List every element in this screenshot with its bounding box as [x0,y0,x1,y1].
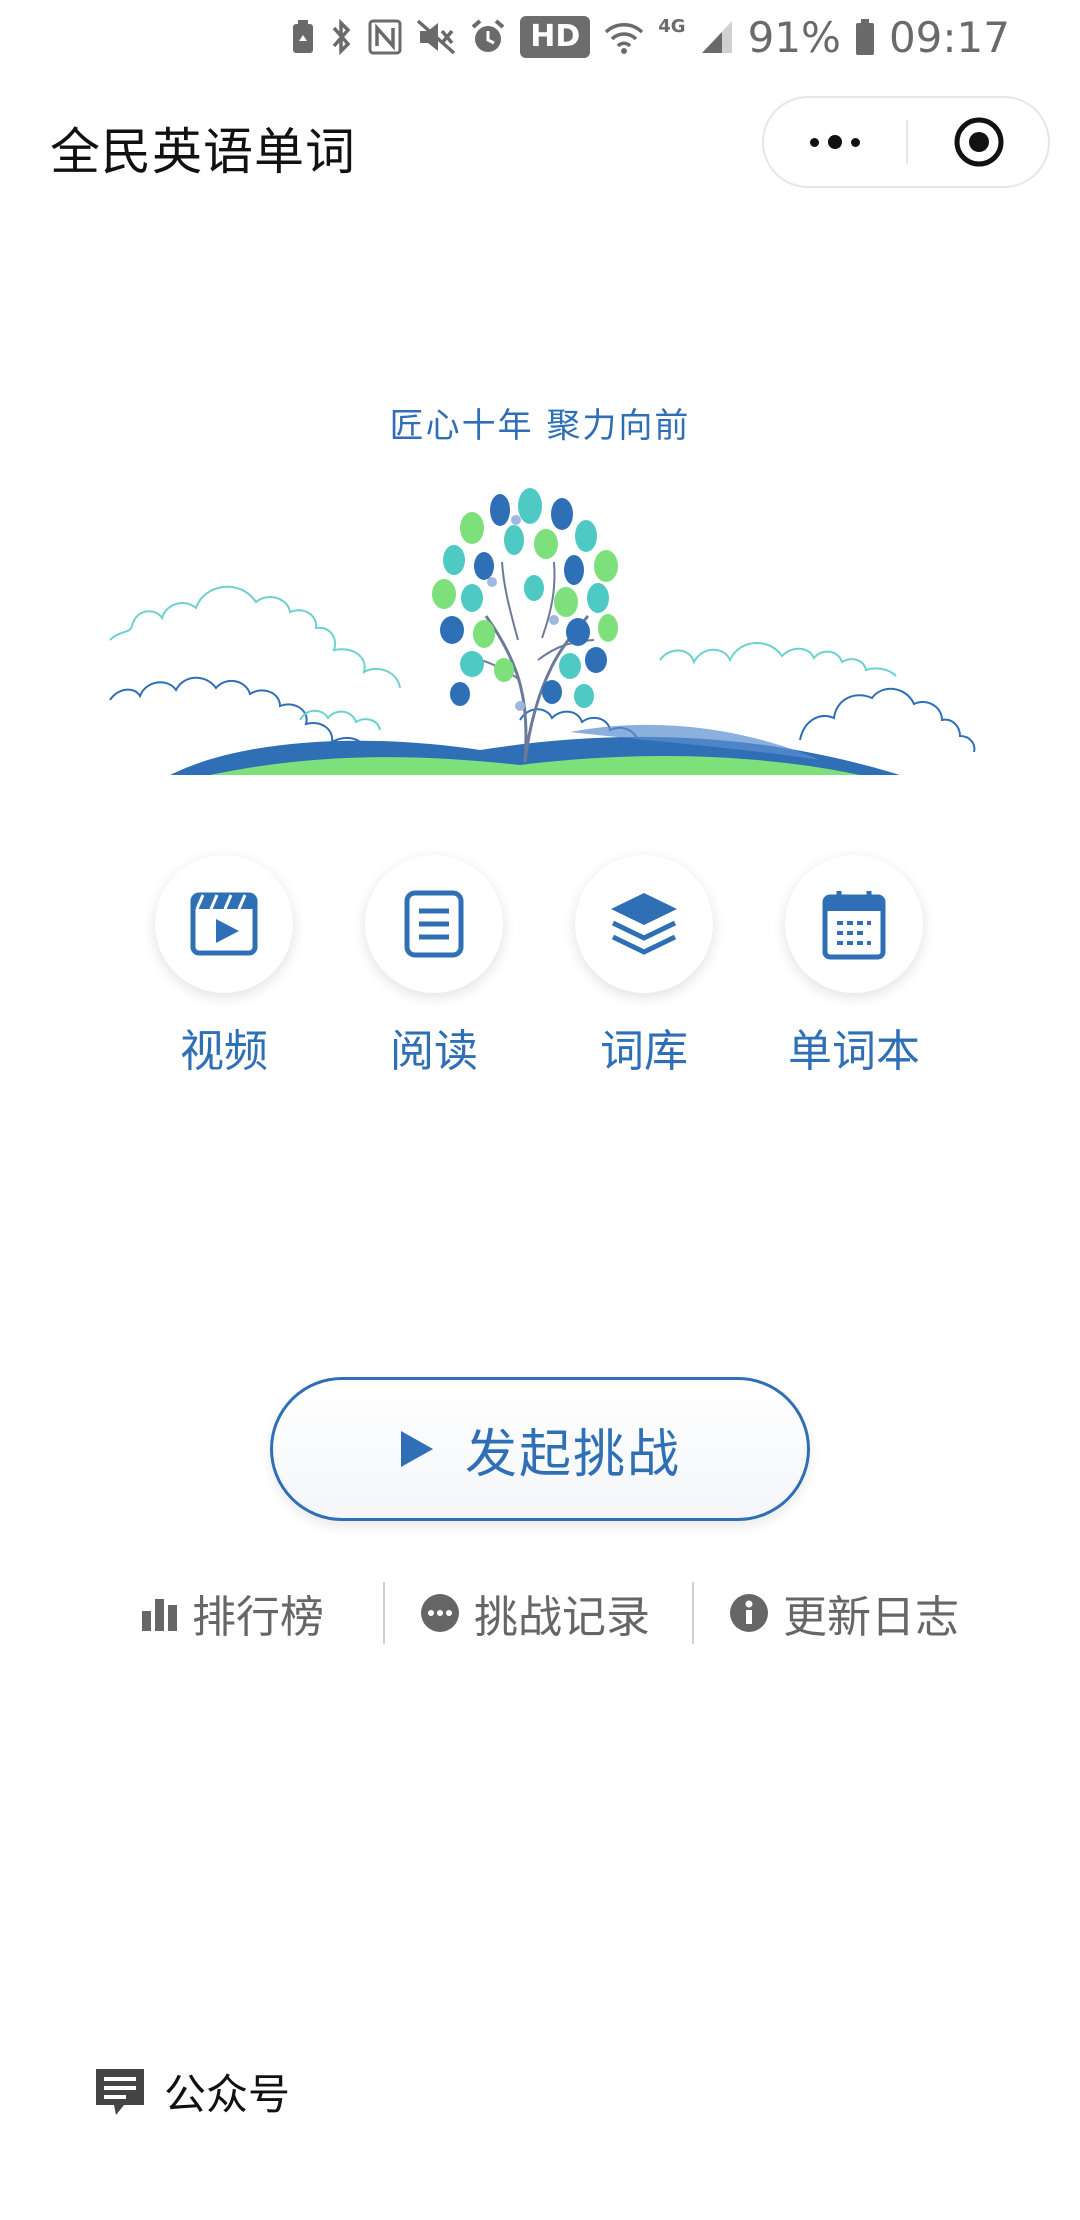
video-clapper-icon [190,892,258,956]
start-challenge-button[interactable]: 发起挑战 [270,1377,810,1521]
official-account-label: 公众号 [164,2069,291,2119]
more-dots-icon-center [828,135,842,149]
mute-icon [416,19,456,55]
link-divider-1 [383,1582,385,1644]
alarm-icon [470,19,506,55]
hd-badge: HD [520,16,591,58]
feature-notebook-circle [785,855,923,993]
feature-reading-label: 阅读 [390,1026,478,1077]
battery-icon [855,18,875,56]
feature-grid: 视频 阅读 词库 单词本 [0,855,1080,1085]
chat-dots-icon [421,1594,459,1632]
status-bar: HD 4G 91% 09:17 [0,0,1080,74]
official-account-link[interactable]: 公众号 [92,2058,290,2124]
battery-saver-icon [290,19,316,55]
target-close-icon [954,117,1004,167]
challenge-history-label: 挑战记录 [474,1592,650,1643]
feature-video-circle [155,855,293,993]
feature-notebook[interactable]: 单词本 [754,855,954,1085]
changelog-link[interactable]: 更新日志 [729,1578,959,1648]
battery-percent: 91% [747,12,841,62]
leaderboard-label: 排行榜 [192,1592,324,1643]
close-button[interactable] [908,98,1050,186]
link-divider-2 [692,1582,694,1644]
more-button[interactable] [764,98,906,186]
info-icon [730,1594,768,1632]
secondary-links: 排行榜 挑战记录 更新日志 [0,1578,1080,1648]
start-challenge-label: 发起挑战 [464,1424,681,1485]
mini-program-capsule [762,96,1050,188]
feature-wordbank-circle [575,855,713,993]
feature-reading[interactable]: 阅读 [334,855,534,1085]
feature-reading-circle [365,855,503,993]
feature-video-label: 视频 [180,1026,268,1077]
changelog-label: 更新日志 [783,1592,959,1643]
signal-icon [700,19,734,55]
wifi-icon [604,20,644,54]
message-icon [96,2069,144,2115]
feature-wordbank-label: 词库 [600,1026,688,1077]
feature-wordbank[interactable]: 词库 [544,855,744,1085]
status-icons: HD 4G 91% 09:17 [290,12,1010,62]
document-icon [404,890,464,958]
bluetooth-icon [330,18,354,56]
feature-video[interactable]: 视频 [124,855,324,1085]
leaderboard-link[interactable]: 排行榜 [140,1578,324,1648]
page-title: 全民英语单词 [50,123,356,181]
play-icon [400,1431,433,1467]
layers-icon [611,893,677,955]
notebook-calendar-icon [822,891,886,960]
more-dots-icon [810,137,819,147]
challenge-history-link[interactable]: 挑战记录 [420,1578,650,1648]
nfc-icon [368,19,402,55]
tree-illustration [109,488,976,775]
bar-chart-icon [142,1599,177,1631]
clock: 09:17 [888,12,1010,62]
more-dots-icon-right [851,137,860,147]
network-type-label: 4G [658,16,686,37]
slogan: 匠心十年 聚力向前 [389,406,691,446]
title-bar: 全民英语单词 [0,90,1080,200]
feature-notebook-label: 单词本 [788,1026,920,1077]
